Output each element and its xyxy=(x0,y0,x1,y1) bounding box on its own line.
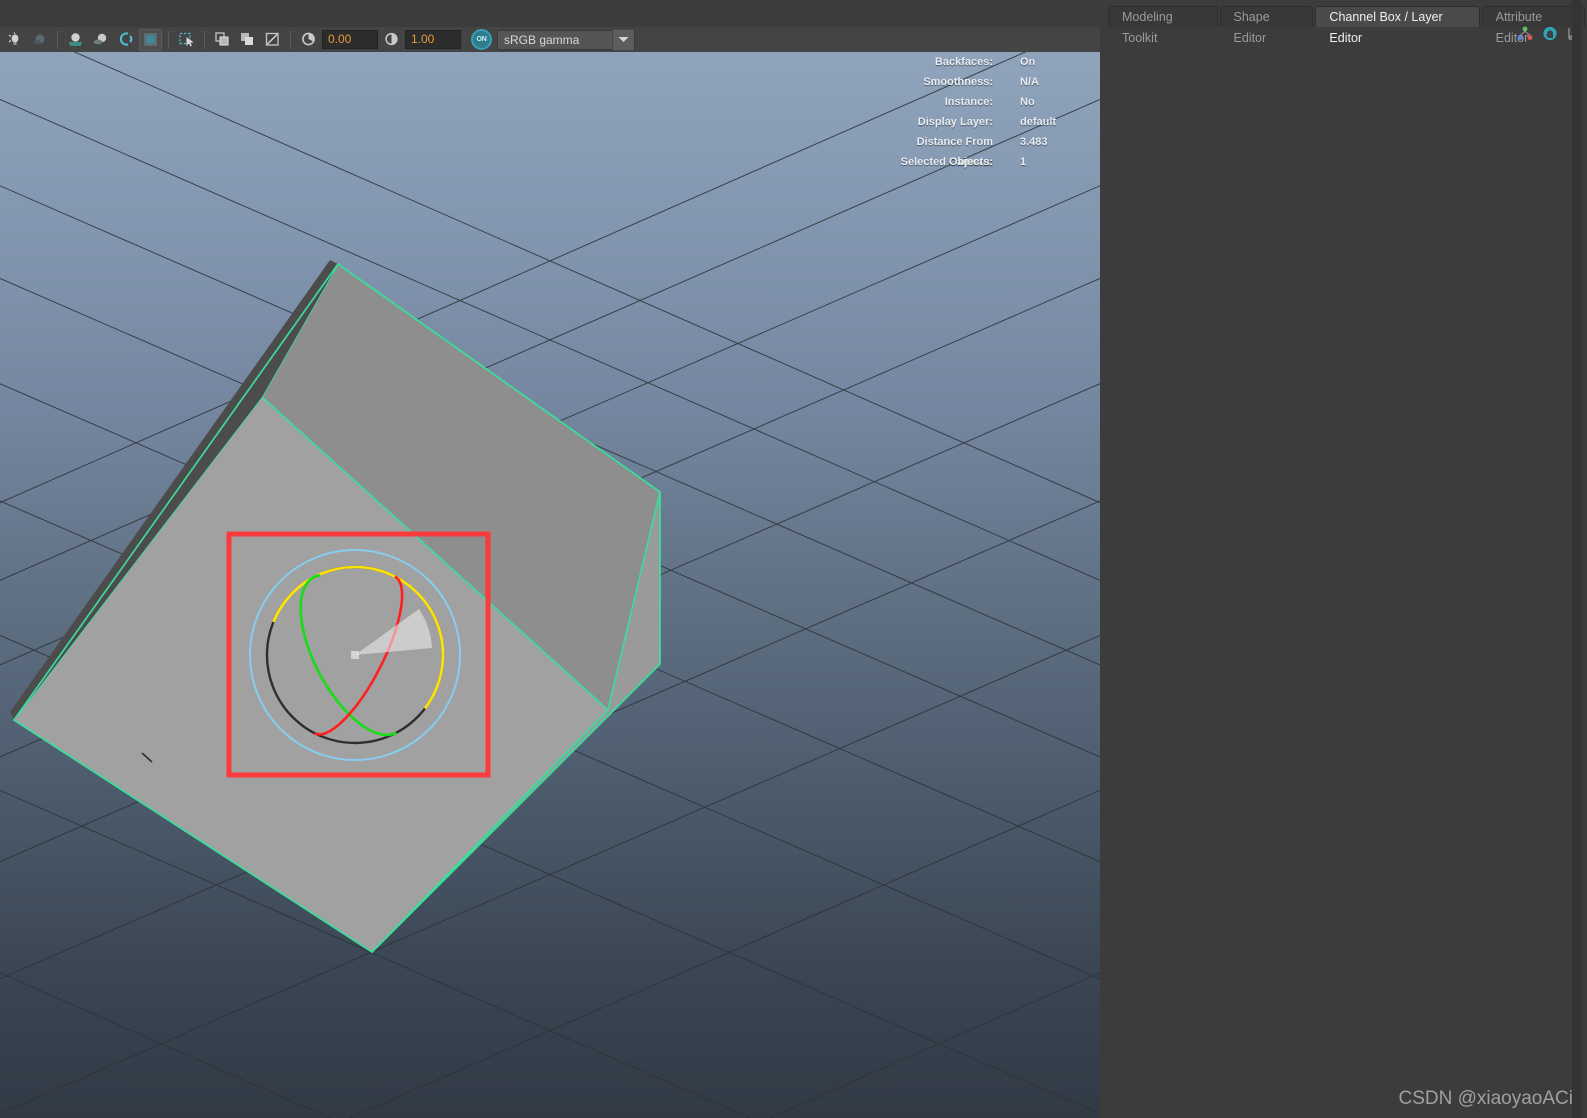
viewport-toolbar: 0.00 1.00 ON sRGB gamma xyxy=(0,0,1100,52)
right-panel: Modeling Toolkit Shape Editor Channel Bo… xyxy=(1100,0,1587,1118)
anti-aliasing-icon[interactable] xyxy=(114,29,137,51)
chevron-down-icon[interactable] xyxy=(612,29,634,50)
maya-window: 0.00 1.00 ON sRGB gamma Backfaces: On Sm… xyxy=(0,0,1587,1118)
viewport-hud: Backfaces: On Smoothness: N/A Instance: … xyxy=(875,52,1095,172)
gamma-icon[interactable] xyxy=(380,29,403,51)
gamma-input[interactable]: 1.00 xyxy=(405,30,461,49)
marquee-select-icon[interactable] xyxy=(175,29,198,51)
hud-value: 3.483 xyxy=(1020,136,1048,148)
show-manipulator-icon[interactable] xyxy=(1517,26,1533,46)
hud-value: 1 xyxy=(1020,156,1027,168)
hud-row: Smoothness: N/A xyxy=(875,72,1095,92)
hud-value: No xyxy=(1020,96,1035,108)
motion-blur-icon[interactable] xyxy=(139,28,162,51)
exposure-input[interactable]: 0.00 xyxy=(322,30,378,49)
toolbar-separator xyxy=(168,30,169,49)
lighting-icon[interactable] xyxy=(3,29,26,51)
viewport-toolbar-row: 0.00 1.00 ON sRGB gamma xyxy=(0,27,1100,52)
hud-label: Selected Objects: xyxy=(900,156,993,168)
viewport-3d[interactable]: Backfaces: On Smoothness: N/A Instance: … xyxy=(0,52,1100,1118)
manipulator-center-handle xyxy=(351,651,359,659)
tab-shape-editor[interactable]: Shape Editor xyxy=(1219,6,1314,45)
toolbar-separator xyxy=(204,30,205,49)
xray-icon[interactable] xyxy=(211,29,234,51)
hud-value: N/A xyxy=(1020,76,1039,88)
cube-mesh xyxy=(10,260,661,954)
hud-value: default xyxy=(1020,116,1057,128)
shadows-icon[interactable] xyxy=(28,29,51,51)
toolbar-separator xyxy=(290,30,291,49)
color-management-toggle[interactable]: ON xyxy=(471,29,492,50)
two-sided-lighting-icon[interactable] xyxy=(64,29,87,51)
color-space-select[interactable]: sRGB gamma xyxy=(497,29,635,50)
hud-label: Backfaces: xyxy=(934,56,993,68)
panel-scrollbar[interactable] xyxy=(1572,0,1581,1118)
hud-label: Distance From Camera: xyxy=(916,136,993,168)
tab-attribute-editor[interactable]: Attribute Editor xyxy=(1481,6,1586,45)
toolbar-separator xyxy=(57,30,58,49)
xray-joints-icon[interactable] xyxy=(236,29,259,51)
hud-row: Display Layer: default xyxy=(875,112,1095,132)
hud-label: Display Layer: xyxy=(917,116,993,128)
hud-row: Instance: No xyxy=(875,92,1095,112)
xray-active-components-icon[interactable] xyxy=(261,29,284,51)
panel-tabbar: Modeling Toolkit Shape Editor Channel Bo… xyxy=(1108,5,1587,45)
hud-label: Smoothness: xyxy=(923,76,993,88)
ambient-occlusion-icon[interactable] xyxy=(89,29,112,51)
color-space-label: sRGB gamma xyxy=(504,32,580,47)
tab-modeling-toolkit[interactable]: Modeling Toolkit xyxy=(1108,6,1218,45)
ground-grid xyxy=(0,52,1100,1118)
hud-row: Distance From Camera: 3.483 xyxy=(875,132,1095,168)
hud-row: Selected Objects: 1 xyxy=(875,152,1095,172)
hud-label: Instance: xyxy=(944,96,993,108)
watermark-text: CSDN @xiaoyaoACi xyxy=(1398,1088,1573,1109)
hud-row: Backfaces: On xyxy=(875,52,1095,72)
tab-channel-box-layer-editor[interactable]: Channel Box / Layer Editor xyxy=(1315,6,1480,45)
hud-value: On xyxy=(1020,56,1036,68)
exposure-icon[interactable] xyxy=(297,29,320,51)
channel-box-icon[interactable] xyxy=(1542,26,1558,46)
